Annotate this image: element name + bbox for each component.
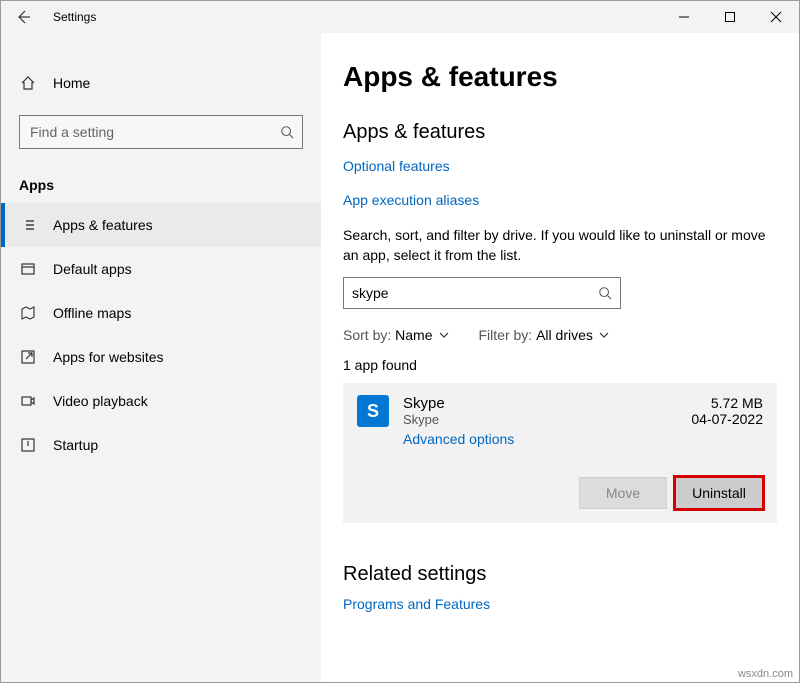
page-title: Apps & features [343, 61, 777, 93]
skype-icon: S [357, 395, 389, 427]
chevron-down-icon [599, 330, 609, 340]
app-search-value: skype [352, 285, 598, 301]
find-setting-input[interactable]: Find a setting [19, 115, 303, 149]
main-content: Apps & features Apps & features Optional… [321, 33, 799, 682]
maximize-icon [724, 11, 736, 23]
minimize-button[interactable] [661, 1, 707, 33]
export-icon [19, 349, 37, 365]
startup-icon [19, 437, 37, 453]
app-publisher: Skype [403, 412, 691, 427]
sidebar-item-label: Apps & features [53, 217, 153, 233]
home-icon [19, 75, 37, 91]
close-icon [770, 11, 782, 23]
app-search-input[interactable]: skype [343, 277, 621, 309]
sidebar-item-label: Default apps [53, 261, 132, 277]
section-title: Apps & features [343, 121, 777, 144]
related-settings-title: Related settings [343, 563, 777, 586]
sidebar-item-default-apps[interactable]: Default apps [1, 247, 321, 291]
app-name: Skype [403, 395, 691, 412]
sort-by-dropdown[interactable]: Sort by: Name [343, 327, 449, 343]
filter-by-dropdown[interactable]: Filter by: All drives [479, 327, 609, 343]
sidebar-group-label: Apps [1, 163, 321, 203]
move-button: Move [579, 477, 667, 509]
optional-features-link[interactable]: Optional features [343, 158, 450, 174]
sidebar-item-video-playback[interactable]: Video playback [1, 379, 321, 423]
minimize-icon [678, 11, 690, 23]
window-controls [661, 1, 799, 33]
search-icon [598, 286, 612, 300]
list-icon [19, 217, 37, 233]
sidebar: Home Find a setting Apps Apps & features [1, 33, 321, 682]
advanced-options-link[interactable]: Advanced options [403, 431, 691, 447]
titlebar: Settings [1, 1, 799, 33]
maximize-button[interactable] [707, 1, 753, 33]
search-placeholder: Find a setting [30, 124, 280, 140]
close-button[interactable] [753, 1, 799, 33]
home-nav[interactable]: Home [1, 61, 321, 105]
sidebar-item-label: Apps for websites [53, 349, 164, 365]
app-size: 5.72 MB [691, 395, 763, 411]
app-date: 04-07-2022 [691, 411, 763, 427]
sidebar-item-apps-for-websites[interactable]: Apps for websites [1, 335, 321, 379]
sidebar-item-label: Video playback [53, 393, 148, 409]
back-button[interactable] [1, 1, 45, 33]
programs-and-features-link[interactable]: Programs and Features [343, 596, 490, 612]
help-text: Search, sort, and filter by drive. If yo… [343, 226, 773, 265]
app-execution-aliases-link[interactable]: App execution aliases [343, 192, 479, 208]
window-title: Settings [45, 10, 96, 24]
sidebar-item-label: Offline maps [53, 305, 131, 321]
search-icon [280, 125, 294, 139]
defaults-icon [19, 261, 37, 277]
arrow-left-icon [15, 9, 31, 25]
sidebar-item-startup[interactable]: Startup [1, 423, 321, 467]
result-count: 1 app found [343, 357, 777, 373]
sidebar-item-offline-maps[interactable]: Offline maps [1, 291, 321, 335]
chevron-down-icon [439, 330, 449, 340]
settings-window: Settings Home Find a setting [0, 0, 800, 683]
home-label: Home [53, 75, 90, 91]
sidebar-item-label: Startup [53, 437, 98, 453]
app-card[interactable]: S Skype Skype Advanced options 5.72 MB 0… [343, 383, 777, 523]
uninstall-button[interactable]: Uninstall [675, 477, 763, 509]
watermark: wsxdn.com [738, 668, 793, 680]
sidebar-item-apps-features[interactable]: Apps & features [1, 203, 321, 247]
map-icon [19, 305, 37, 321]
video-icon [19, 393, 37, 409]
